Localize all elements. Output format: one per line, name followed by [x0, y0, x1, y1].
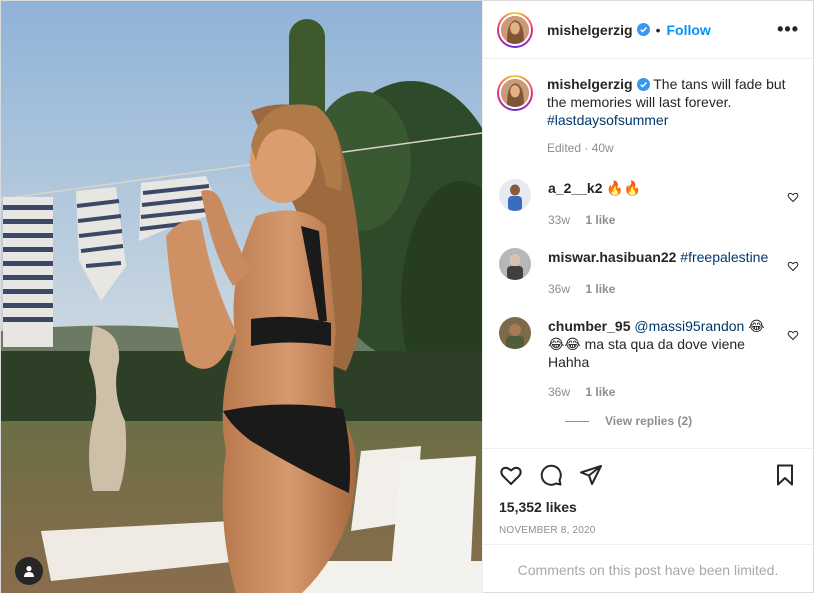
- comment-age: 36w: [548, 282, 571, 296]
- comment-likes[interactable]: 1 like: [585, 385, 615, 399]
- author-avatar-image: [501, 15, 529, 44]
- heart-icon[interactable]: [787, 191, 799, 203]
- likes-count[interactable]: 15,352 likes: [499, 499, 797, 515]
- bookmark-icon[interactable]: [773, 463, 797, 487]
- post-header: mishelgerzig • Follow •••: [483, 1, 813, 59]
- comment-hashtag[interactable]: #freepalestine: [680, 249, 768, 265]
- header-separator: •: [655, 21, 661, 38]
- post-actions-area: 15,352 likes NOVEMBER 8, 2020: [483, 448, 813, 544]
- comment-age: 36w: [548, 385, 571, 399]
- post-side-panel: mishelgerzig • Follow ••• mishelgerzig T…: [482, 1, 813, 593]
- comment-text: 🔥🔥: [606, 180, 642, 196]
- comment-item: a_2__k2 🔥🔥 33w 1 like: [497, 179, 799, 229]
- user-tag-icon: [24, 566, 34, 577]
- user-tag-button[interactable]: [15, 557, 43, 585]
- heart-icon[interactable]: [787, 260, 799, 272]
- post-caption: mishelgerzig The tans will fade but the …: [497, 75, 799, 157]
- comment-meta: 36w 1 like: [548, 280, 773, 298]
- comment-meta: 36w 1 like: [548, 383, 773, 401]
- share-icon[interactable]: [579, 463, 603, 487]
- comment-likes[interactable]: 1 like: [585, 282, 615, 296]
- view-replies-button[interactable]: View replies (2): [565, 414, 799, 428]
- commenter-avatar[interactable]: [499, 248, 531, 280]
- author-username[interactable]: mishelgerzig: [547, 22, 633, 38]
- comment-age: 33w: [548, 213, 571, 227]
- commenter-avatar-image: [499, 248, 531, 280]
- caption-author-avatar-image: [501, 79, 529, 107]
- comment-item: miswar.hasibuan22 #freepalestine 36w 1 l…: [497, 248, 799, 298]
- caption-author-avatar[interactable]: [497, 75, 533, 111]
- follow-button[interactable]: Follow: [667, 22, 711, 38]
- commenter-avatar-image: [499, 317, 531, 349]
- comment-username[interactable]: a_2__k2: [548, 180, 603, 196]
- comment-meta: 33w 1 like: [548, 211, 773, 229]
- post-date: NOVEMBER 8, 2020: [499, 525, 596, 536]
- verified-badge-icon: [636, 23, 650, 36]
- comment-username[interactable]: chumber_95: [548, 318, 630, 334]
- action-bar: [499, 449, 797, 501]
- comment-icon[interactable]: [539, 463, 563, 487]
- comment-mention[interactable]: @massi95randon: [634, 318, 744, 334]
- caption-username[interactable]: mishelgerzig: [547, 76, 633, 92]
- comments-limited-notice: Comments on this post have been limited.: [483, 544, 813, 593]
- comment-username[interactable]: miswar.hasibuan22: [548, 249, 676, 265]
- caption-hashtag[interactable]: #lastdaysofsummer: [547, 112, 668, 128]
- comment-item: chumber_95 @massi95randon 😂😂😂 ma sta qua…: [497, 317, 799, 401]
- author-avatar[interactable]: [497, 11, 533, 48]
- heart-icon[interactable]: [787, 329, 799, 341]
- comments-list[interactable]: mishelgerzig The tans will fade but the …: [483, 59, 813, 448]
- post-image: [1, 1, 482, 593]
- more-options-icon[interactable]: •••: [777, 19, 799, 40]
- commenter-avatar[interactable]: [499, 179, 531, 211]
- post-modal: mishelgerzig • Follow ••• mishelgerzig T…: [0, 0, 814, 593]
- view-replies-line: [565, 420, 589, 422]
- comment-likes[interactable]: 1 like: [585, 213, 615, 227]
- view-replies-label: View replies (2): [605, 414, 693, 428]
- post-photo[interactable]: [1, 1, 482, 593]
- verified-badge-icon: [636, 78, 650, 91]
- commenter-avatar-image: [499, 179, 531, 211]
- caption-meta: Edited · 40w: [547, 141, 614, 155]
- commenter-avatar[interactable]: [499, 317, 531, 349]
- heart-icon[interactable]: [499, 463, 523, 487]
